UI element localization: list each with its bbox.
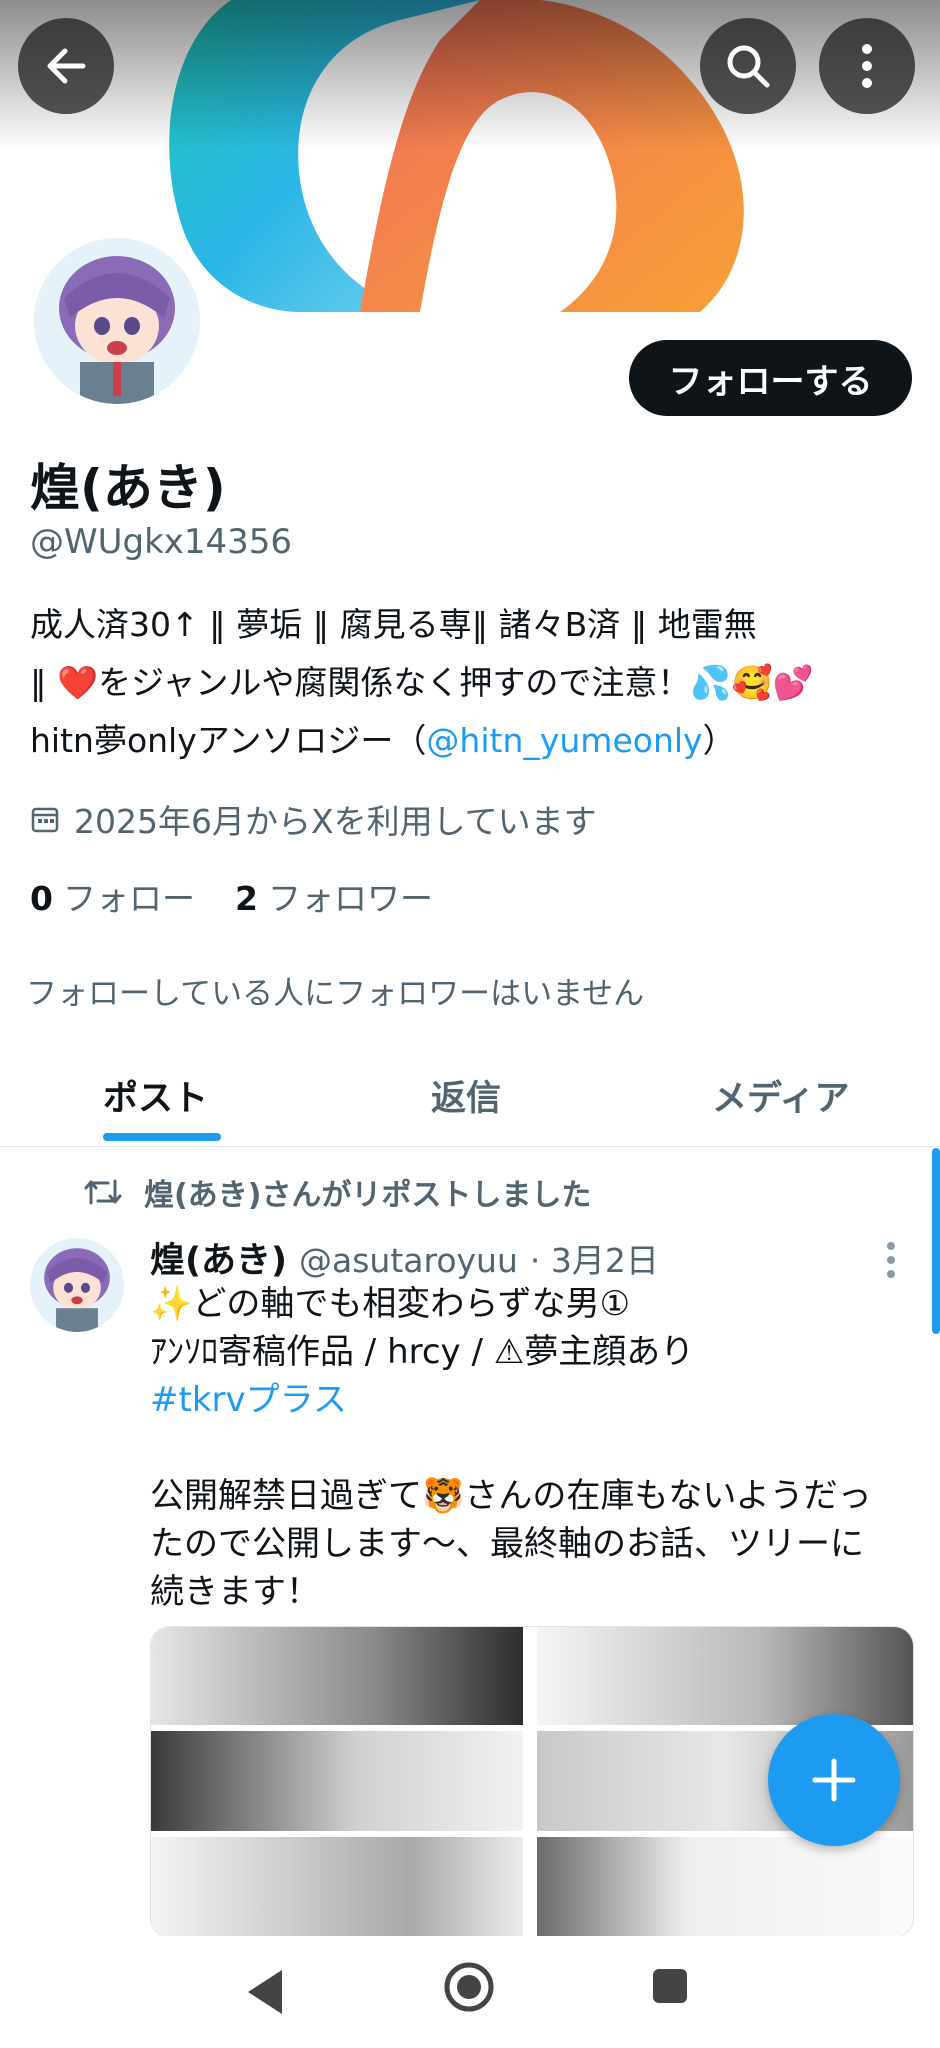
avatar-illustration bbox=[30, 1238, 124, 1332]
bio-line: ‖ ❤️をジャンルや腐関係なく押すので注意！💦🥰💕 bbox=[30, 663, 814, 702]
post-text: ✨どの軸でも相変わらずな男① ｱﾝｿﾛ寄稿作品 / hrcy / ⚠夢主顔あり … bbox=[150, 1280, 910, 1616]
banner-shade bbox=[0, 0, 940, 150]
manga-panel[interactable] bbox=[537, 1627, 913, 1725]
post-author-handle[interactable]: @asutaroyuu bbox=[299, 1241, 518, 1280]
nav-back-icon[interactable] bbox=[242, 1964, 292, 2020]
post-author-name[interactable]: 煌(あき) bbox=[150, 1232, 287, 1283]
following-count: 0 bbox=[30, 879, 53, 918]
active-tab-indicator bbox=[103, 1133, 221, 1141]
profile-avatar[interactable] bbox=[28, 232, 206, 410]
profile-tabs: ポスト 返信 メディア bbox=[0, 1040, 940, 1147]
follow-counts: 0 フォロー 2 フォロワー bbox=[30, 872, 433, 920]
search-icon bbox=[727, 45, 770, 88]
following-link[interactable]: 0 フォロー bbox=[30, 872, 195, 920]
joined-text: 2025年6月からXを利用しています bbox=[74, 802, 597, 841]
followers-label: フォロワー bbox=[267, 879, 433, 918]
more-vertical-icon bbox=[862, 44, 872, 88]
bio-text: ） bbox=[702, 721, 736, 760]
avatar-illustration bbox=[34, 238, 200, 404]
repost-label: 煌(あき)さんがリポストしました bbox=[144, 1178, 592, 1213]
post-date[interactable]: · 3月2日 bbox=[530, 1234, 659, 1282]
post-line: たので公開します〜、最終軸のお話、ツリーに bbox=[150, 1524, 864, 1564]
nav-home-icon[interactable] bbox=[442, 1960, 496, 2014]
tab-posts[interactable]: ポスト bbox=[103, 1070, 208, 1121]
bio-line: hitn夢onlyアンソロジー（@hitn_yumeonly） bbox=[30, 712, 910, 770]
post-hashtag[interactable]: #tkrvプラス bbox=[150, 1376, 910, 1424]
plus-icon bbox=[812, 1758, 856, 1802]
bio-line: 成人済30↑ ‖ 夢垢 ‖ 腐見る専‖ 諸々B済 ‖ 地雷無 bbox=[30, 605, 757, 644]
back-button[interactable] bbox=[18, 18, 114, 114]
profile-handle: @WUgkx14356 bbox=[30, 522, 293, 562]
post-author-avatar[interactable] bbox=[30, 1238, 124, 1332]
joined-date: 2025年6月からXを利用しています bbox=[30, 795, 597, 843]
no-mutual-followers-text: フォローしている人にフォロワーはいません bbox=[26, 976, 645, 1012]
manga-panel[interactable] bbox=[151, 1837, 523, 1937]
arrow-left-icon bbox=[47, 48, 86, 84]
manga-panel[interactable] bbox=[151, 1627, 523, 1725]
tab-replies[interactable]: 返信 bbox=[431, 1070, 501, 1121]
scrollbar[interactable] bbox=[932, 1148, 940, 1334]
manga-panel[interactable] bbox=[151, 1731, 523, 1831]
nav-recents-icon[interactable] bbox=[650, 1966, 690, 2006]
tab-media[interactable]: メディア bbox=[712, 1070, 850, 1121]
profile-bio: 成人済30↑ ‖ 夢垢 ‖ 腐見る専‖ 諸々B済 ‖ 地雷無 ‖ ❤️をジャンル… bbox=[30, 596, 910, 770]
repost-icon bbox=[84, 1179, 122, 1205]
bio-mention-link[interactable]: @hitn_yumeonly bbox=[426, 721, 702, 760]
post-line: ｱﾝｿﾛ寄稿作品 / hrcy / ⚠夢主顔あり bbox=[150, 1332, 695, 1372]
post-line: ✨どの軸でも相変わらずな男① bbox=[150, 1284, 631, 1324]
compose-button[interactable] bbox=[768, 1714, 900, 1846]
search-button[interactable] bbox=[700, 18, 796, 114]
post-line: 続きます！ bbox=[150, 1572, 320, 1612]
repost-indicator: 煌(あき)さんがリポストしました bbox=[84, 1170, 591, 1214]
post-header: 煌(あき) @asutaroyuu · 3月2日 bbox=[150, 1232, 659, 1283]
follow-button[interactable]: フォローする bbox=[629, 340, 912, 416]
calendar-icon bbox=[31, 807, 59, 833]
followers-count: 2 bbox=[234, 879, 258, 918]
manga-panel[interactable] bbox=[537, 1837, 913, 1937]
more-options-button[interactable] bbox=[819, 18, 915, 114]
display-name: 煌(あき) bbox=[30, 459, 226, 517]
post-more-icon[interactable] bbox=[884, 1240, 898, 1280]
followers-link[interactable]: 2 フォロワー bbox=[235, 872, 433, 920]
following-label: フォロー bbox=[62, 879, 195, 918]
system-navigation-bar bbox=[0, 1936, 940, 2048]
bio-text: hitn夢onlyアンソロジー（ bbox=[30, 721, 427, 760]
post-line: 公開解禁日過ぎて🐯さんの在庫もないようだっ bbox=[150, 1476, 872, 1516]
